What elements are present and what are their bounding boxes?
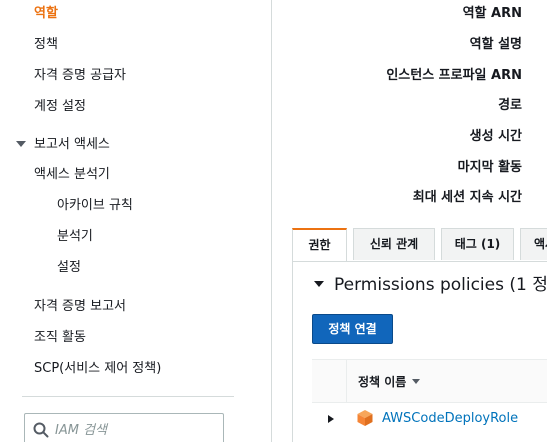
sidebar: 역할 정책 자격 증명 공급자 계정 설정 보고서 액세스 액세스 분석기 아카… <box>0 0 272 442</box>
tab-permissions[interactable]: 권한 <box>292 228 347 262</box>
section-label: 보고서 액세스 <box>34 137 110 152</box>
tab-baseline <box>292 261 547 262</box>
summary-label-instance-profile-arn: 인스턴스 프로파일 ARN <box>386 68 522 83</box>
attach-policy-button[interactable]: 정책 연결 <box>312 314 393 344</box>
permissions-policies-toggle[interactable]: Permissions policies (1 정책 <box>314 274 547 296</box>
sidebar-divider <box>22 396 234 397</box>
summary-label-creation-time: 생성 시간 <box>469 129 522 144</box>
tab-panel-border <box>292 261 293 442</box>
sidebar-item-analyzers[interactable]: 분석기 <box>57 229 93 245</box>
summary-label-role-description: 역할 설명 <box>469 37 522 52</box>
sidebar-section-access-reports[interactable]: 보고서 액세스 <box>16 137 110 153</box>
tab-tags[interactable]: 태그 (1) <box>441 228 514 260</box>
column-policy-name-label: 정책 이름 <box>358 375 407 389</box>
tab-access-advisor[interactable]: 액세 <box>520 228 547 260</box>
search-icon <box>33 422 49 438</box>
sidebar-item-credential-report[interactable]: 자격 증명 보고서 <box>34 299 126 315</box>
sidebar-item-account-settings[interactable]: 계정 설정 <box>34 99 86 115</box>
iam-search-box[interactable] <box>24 413 224 442</box>
policy-link[interactable]: AWSCodeDeployRole <box>382 411 518 426</box>
role-details: 역할 ARN 역할 설명 인스턴스 프로파일 ARN 경로 생성 시간 마지막 … <box>272 0 547 442</box>
summary-label-max-session-duration: 최대 세션 지속 시간 <box>412 190 522 205</box>
sidebar-item-analyzer-settings[interactable]: 설정 <box>57 260 81 276</box>
summary-label-last-activity: 마지막 활동 <box>457 160 522 175</box>
role-tabs: 권한 신뢰 관계 태그 (1) 액세 <box>292 228 547 262</box>
sidebar-item-scp[interactable]: SCP(서비스 제어 정책) <box>34 361 161 377</box>
iam-role-page: 역할 정책 자격 증명 공급자 계정 설정 보고서 액세스 액세스 분석기 아카… <box>0 0 547 442</box>
tab-trust-relationships[interactable]: 신뢰 관계 <box>353 228 435 260</box>
sidebar-item-access-analyzer[interactable]: 액세스 분석기 <box>34 167 110 183</box>
iam-search-input[interactable] <box>53 415 217 442</box>
caret-down-icon <box>314 281 324 287</box>
sidebar-item-organization-activity[interactable]: 조직 활동 <box>34 330 86 346</box>
policy-cube-icon <box>357 410 373 426</box>
column-policy-name[interactable]: 정책 이름 <box>358 373 421 390</box>
caret-down-icon <box>16 140 26 147</box>
sort-caret-icon <box>412 379 421 384</box>
policies-table-header: 정책 이름 <box>312 359 547 403</box>
table-row: AWSCodeDeployRole <box>312 403 547 435</box>
sidebar-item-archive-rules[interactable]: 아카이브 규칙 <box>57 198 133 214</box>
sidebar-item-policies[interactable]: 정책 <box>34 37 58 53</box>
summary-label-role-arn: 역할 ARN <box>462 6 522 21</box>
summary-label-path: 경로 <box>498 98 522 113</box>
sidebar-item-identity-providers[interactable]: 자격 증명 공급자 <box>34 68 126 84</box>
sidebar-item-roles[interactable]: 역할 <box>34 6 58 22</box>
table-expand-column <box>312 360 347 402</box>
permissions-policies-heading: Permissions policies (1 정책 <box>334 275 547 295</box>
caret-right-icon[interactable] <box>328 415 334 423</box>
